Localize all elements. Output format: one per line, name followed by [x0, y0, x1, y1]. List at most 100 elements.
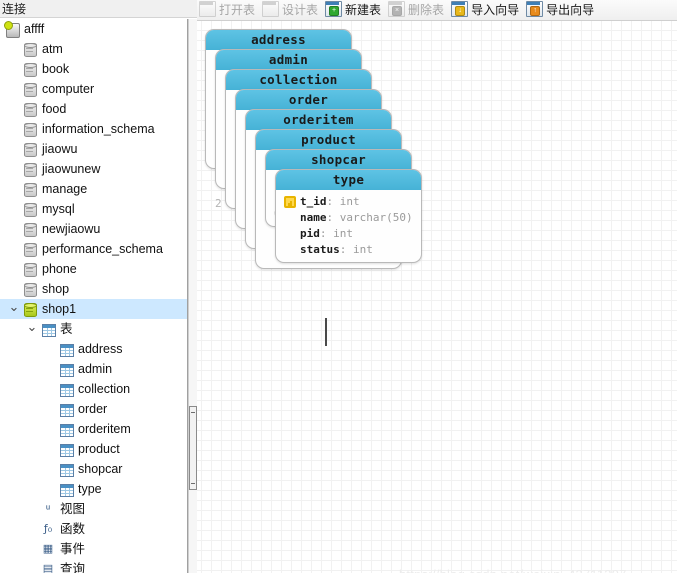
tree-item-shop[interactable]: shop: [0, 279, 187, 299]
connection-tree[interactable]: ⌄ affff atm book computer food information_sch…: [0, 19, 188, 573]
column-row: t_id: int: [284, 194, 415, 210]
tree-item-label: food: [42, 102, 67, 116]
tree-item-mysql[interactable]: mysql: [0, 199, 187, 219]
database-icon: [22, 39, 38, 59]
sidebar-scrollbar-thumb[interactable]: [189, 406, 197, 490]
table-icon: [58, 339, 74, 359]
primary-key-icon: [284, 196, 296, 208]
table-card-columns: t_id: int name: varchar(50) pid: int status…: [276, 190, 421, 262]
database-open-icon: [22, 299, 38, 319]
database-icon: [22, 239, 38, 259]
tree-item-表[interactable]: ⌄ 表: [0, 319, 187, 339]
table-card-title: product: [256, 130, 401, 150]
watermark-text: https://blog.csdn.net/weixin_43711397: [399, 567, 677, 573]
tree-item-phone[interactable]: phone: [0, 259, 187, 279]
tree-item-order[interactable]: order: [0, 399, 187, 419]
toolbar-button-label: 设计表: [282, 3, 319, 17]
tree-item-函数[interactable]: ƒ₀ 函数: [0, 519, 187, 539]
toolbar-button-label: 导出向导: [546, 3, 595, 17]
import-wizard-button[interactable]: ↓ 导入向导: [449, 0, 524, 21]
tree-item-label: admin: [78, 362, 113, 376]
tree-item-newjiaowu[interactable]: newjiaowu: [0, 219, 187, 239]
tree-item-jiaowunew[interactable]: jiaowunew: [0, 159, 187, 179]
column-separator: :: [339, 243, 353, 256]
tree-item-product[interactable]: product: [0, 439, 187, 459]
export-wizard-button[interactable]: ↑ 导出向导: [524, 0, 599, 21]
table-card-type[interactable]: type t_id: int name: varchar(50) pid: int st…: [275, 169, 422, 263]
chevron-down-icon[interactable]: ⌄: [26, 319, 38, 339]
tree-item-collection[interactable]: collection: [0, 379, 187, 399]
tree-item-label: jiaowunew: [42, 162, 101, 176]
tree-item-label: collection: [78, 382, 131, 396]
tree-item-label: computer: [42, 82, 95, 96]
column-type: int: [339, 195, 360, 208]
column-name: status: [300, 243, 340, 256]
tree-item-label: shop1: [42, 302, 77, 316]
column-row: name: varchar(50): [284, 210, 415, 226]
tree-item-label: affff: [24, 22, 45, 36]
tree-item-事件[interactable]: ▦ 事件: [0, 539, 187, 559]
tree-item-type[interactable]: type: [0, 479, 187, 499]
tree-item-shopcar[interactable]: shopcar: [0, 459, 187, 479]
sidebar-header: 连接: [0, 0, 197, 18]
tree-item-label: 表: [60, 322, 73, 336]
tree-item-performance_schema[interactable]: performance_schema: [0, 239, 187, 259]
table-icon: [40, 319, 56, 339]
badge-indicator: ↑: [530, 6, 541, 16]
tree-item-orderitem[interactable]: orderitem: [0, 419, 187, 439]
tree-item-affff[interactable]: ⌄ affff: [0, 19, 187, 39]
tree-item-label: phone: [42, 262, 77, 276]
tree-item-label: jiaowu: [42, 142, 78, 156]
tree-item-label: shopcar: [78, 462, 123, 476]
column-separator: :: [326, 211, 340, 224]
table-card-title: type: [276, 170, 421, 190]
tree-item-book[interactable]: book: [0, 59, 187, 79]
table-card-title: address: [206, 30, 351, 50]
tree-item-atm[interactable]: atm: [0, 39, 187, 59]
table-card-title: admin: [216, 50, 361, 70]
column-row: pid: int: [284, 226, 415, 242]
function-icon: ƒ₀: [43, 522, 53, 535]
tree-item-shop1[interactable]: ⌄ shop1: [0, 299, 187, 319]
tree-item-label: address: [78, 342, 123, 356]
tree-item-manage[interactable]: manage: [0, 179, 187, 199]
tree-item-address[interactable]: address: [0, 339, 187, 359]
database-icon: [22, 159, 38, 179]
table-toolbar: 打开表 设计表 + 新建表 × 删除表 ↓ 导入向导 ↑ 导出向导: [197, 0, 677, 21]
delete-table-icon: ×: [388, 1, 406, 17]
database-icon: [22, 139, 38, 159]
tree-item-label: mysql: [42, 202, 75, 216]
import-wizard-icon: ↓: [451, 1, 469, 17]
chevron-down-icon[interactable]: ⌄: [8, 299, 20, 319]
table-card-title: order: [236, 90, 381, 110]
tree-item-information_schema[interactable]: information_schema: [0, 119, 187, 139]
table-card-title: collection: [226, 70, 371, 90]
table-icon: [58, 419, 74, 439]
tree-item-label: product: [78, 442, 120, 456]
tree-item-computer[interactable]: computer: [0, 79, 187, 99]
tree-item-label: 视图: [60, 502, 86, 516]
toolbar-button-label: 删除表: [408, 3, 445, 17]
model-diagram-canvas[interactable]: 2 address admin collection order orderitem pr…: [197, 21, 677, 573]
column-separator: :: [319, 227, 334, 240]
tree-item-视图[interactable]: ͧͧ 视图: [0, 499, 187, 519]
database-icon: [22, 119, 38, 139]
connection-icon: [4, 19, 20, 39]
tree-item-admin[interactable]: admin: [0, 359, 187, 379]
column-type: int: [353, 243, 373, 256]
table-card-title: shopcar: [266, 150, 411, 170]
tree-item-label: manage: [42, 182, 88, 196]
database-icon: [22, 79, 38, 99]
database-icon: [22, 199, 38, 219]
design-table-button: 设计表: [260, 0, 323, 21]
tree-item-jiaowu[interactable]: jiaowu: [0, 139, 187, 159]
tree-item-查询[interactable]: ▤ 查询: [0, 559, 187, 573]
new-table-button[interactable]: + 新建表: [323, 0, 386, 21]
chevron-down-icon[interactable]: ⌄: [0, 19, 2, 39]
table-icon: [58, 359, 74, 379]
design-table-icon: [262, 1, 280, 17]
tree-item-label: shop: [42, 282, 70, 296]
database-icon: [22, 99, 38, 119]
tree-item-food[interactable]: food: [0, 99, 187, 119]
view-icon: ͧͧ: [40, 499, 56, 519]
